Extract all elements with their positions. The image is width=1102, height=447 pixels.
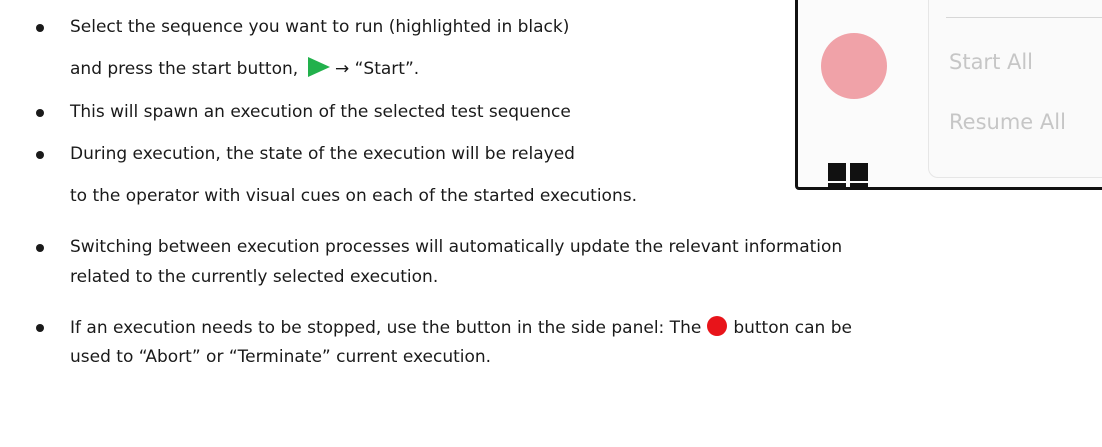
- b3-line2: to the operator with visual cues on each…: [70, 186, 637, 206]
- bullet-2: [36, 109, 44, 117]
- menu-separator: [946, 17, 1102, 18]
- b4-line1: Switching between execution processes wi…: [70, 237, 843, 257]
- b4-line2: related to the currently selected execut…: [70, 267, 439, 287]
- b3-line1: During execution, the state of the execu…: [70, 144, 575, 164]
- b1-line2-pre: and press the start button,: [70, 59, 304, 79]
- b5-line1-pre: If an execution needs to be stopped, use…: [70, 318, 702, 338]
- b5-line1: If an execution needs to be stopped, use…: [70, 316, 852, 339]
- pink-circle-icon: [821, 33, 887, 99]
- b1-line1: Select the sequence you want to run (hig…: [70, 17, 570, 37]
- b5-line2: used to “Abort” or “Terminate” current e…: [70, 347, 492, 367]
- b1-line2: and press the start button, → “Start”.: [70, 57, 419, 80]
- bullet-5: [36, 324, 44, 332]
- b1-line2-post: → “Start”.: [334, 59, 420, 79]
- bullet-4: [36, 244, 44, 252]
- bullet-1: [36, 24, 44, 32]
- bullet-3: [36, 151, 44, 159]
- red-circle-icon: [707, 316, 728, 336]
- play-triangle-icon: [307, 57, 330, 77]
- b2-text: This will spawn an execution of the sele…: [70, 102, 571, 122]
- resume-all-menu-item[interactable]: Resume All: [949, 110, 1066, 134]
- b5-line1-post: button can be: [733, 318, 852, 338]
- panel-menu-area: [928, 0, 1102, 178]
- side-panel-screenshot: Start All Resume All: [795, 0, 1102, 190]
- start-all-menu-item[interactable]: Start All: [949, 50, 1033, 74]
